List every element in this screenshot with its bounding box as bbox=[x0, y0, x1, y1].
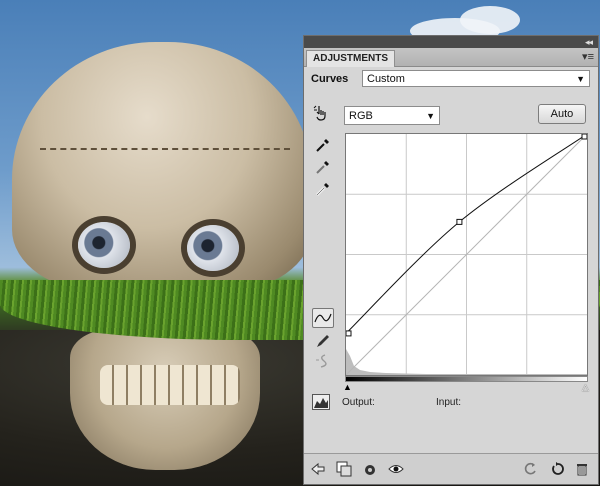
curve-control-point[interactable] bbox=[346, 330, 352, 337]
right-eye bbox=[187, 225, 239, 271]
white-point-slider[interactable]: △ bbox=[582, 382, 589, 393]
chevron-down-icon: ▼ bbox=[426, 111, 435, 121]
curves-graph[interactable] bbox=[345, 133, 588, 376]
show-clipping-icon[interactable] bbox=[312, 394, 330, 410]
hand-pointer-icon[interactable] bbox=[312, 104, 330, 122]
collapse-panel-icon[interactable]: ◂◂ bbox=[585, 36, 593, 48]
skull-crack bbox=[40, 148, 290, 150]
black-point-slider[interactable]: ▲ bbox=[343, 382, 352, 392]
cloud bbox=[460, 6, 520, 34]
white-point-eyedropper-icon[interactable] bbox=[314, 180, 332, 198]
adjustments-panel: ◂◂ ADJUSTMENTS ▾≡ Curves Custom ▼ RGB ▼ … bbox=[303, 35, 599, 485]
panel-title-bar: ◂◂ bbox=[304, 36, 598, 48]
channel-value: RGB bbox=[349, 110, 373, 122]
preset-dropdown[interactable]: Custom ▼ bbox=[362, 70, 590, 87]
curves-graph-canvas bbox=[346, 134, 587, 375]
channel-dropdown[interactable]: RGB ▼ bbox=[344, 106, 440, 125]
previous-state-icon[interactable] bbox=[522, 461, 538, 477]
smooth-curve-icon[interactable] bbox=[314, 352, 332, 370]
auto-button[interactable]: Auto bbox=[538, 104, 586, 124]
pencil-icon[interactable] bbox=[314, 332, 332, 350]
skull-teeth bbox=[100, 365, 240, 405]
preset-value: Custom bbox=[367, 73, 405, 85]
back-arrow-icon[interactable] bbox=[310, 461, 326, 477]
curve-tool-icon[interactable] bbox=[312, 308, 334, 328]
input-gradient-bar bbox=[345, 376, 588, 382]
expand-view-icon[interactable] bbox=[336, 461, 352, 477]
reset-icon[interactable] bbox=[550, 461, 566, 477]
curve-control-point[interactable] bbox=[581, 134, 587, 140]
output-label: Output: bbox=[342, 397, 375, 408]
visibility-eye-icon[interactable] bbox=[388, 461, 404, 477]
panel-tab-bar: ADJUSTMENTS ▾≡ bbox=[304, 48, 598, 67]
curves-label: Curves bbox=[311, 73, 349, 85]
input-label: Input: bbox=[436, 397, 462, 408]
left-eye bbox=[78, 222, 130, 268]
clip-layer-icon[interactable] bbox=[362, 461, 378, 477]
curve-control-point[interactable] bbox=[456, 218, 463, 225]
trash-icon[interactable] bbox=[574, 461, 590, 477]
tab-adjustments[interactable]: ADJUSTMENTS bbox=[306, 50, 396, 67]
black-point-eyedropper-icon[interactable] bbox=[314, 136, 332, 154]
gray-point-eyedropper-icon[interactable] bbox=[314, 158, 332, 176]
panel-bottom-bar bbox=[304, 453, 598, 484]
panel-menu-icon[interactable]: ▾≡ bbox=[582, 50, 594, 64]
skull-cranium bbox=[12, 42, 312, 292]
chevron-down-icon: ▼ bbox=[576, 74, 585, 84]
